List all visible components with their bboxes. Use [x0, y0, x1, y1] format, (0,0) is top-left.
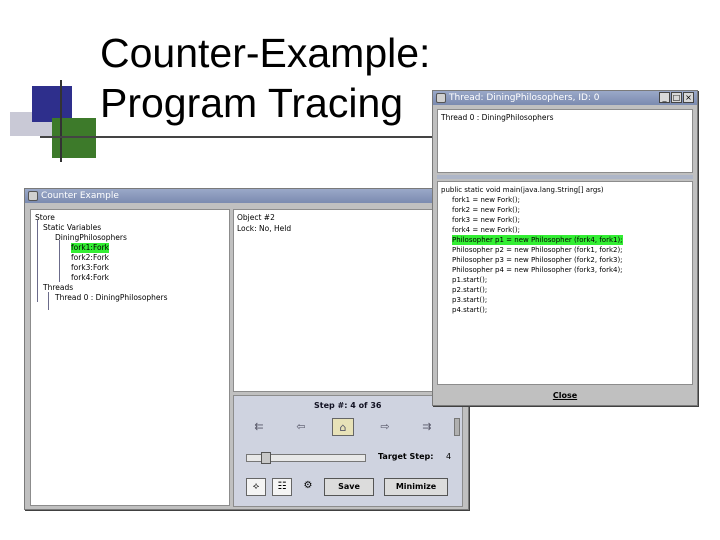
close-button[interactable]: Close: [529, 389, 601, 403]
first-icon[interactable]: ⇇: [248, 418, 270, 436]
tree-toggle-icon[interactable]: ⟡: [246, 478, 266, 496]
lock-status-text: Lock: No, Held: [237, 224, 292, 233]
code-line: p2.start();: [452, 286, 488, 294]
decor-square-green: [52, 118, 96, 158]
code-line: p3.start();: [452, 296, 488, 304]
code-line: fork2 = new Fork();: [452, 206, 520, 214]
code-line: Philosopher p2 = new Philosopher (fork1,…: [452, 246, 623, 254]
step-slider-knob[interactable]: [261, 452, 271, 464]
source-code-panel: public static void main(java.lang.String…: [437, 181, 693, 385]
decor-square-blue: [32, 86, 72, 122]
step-controls: Step #: 4 of 36 ⇇ ⇦ ⌂ ⇨ ⇉ Target Step: 4…: [233, 395, 463, 507]
slide-title: Counter-Example: Program Tracing: [100, 28, 430, 128]
forward-icon[interactable]: ⇨: [374, 418, 396, 436]
last-icon[interactable]: ⇉: [416, 418, 438, 436]
tree-node[interactable]: fork1:Fork: [71, 243, 110, 253]
decor-horizontal-line: [40, 136, 440, 138]
code-line: public static void main(java.lang.String…: [441, 186, 604, 194]
tree-connector: [59, 240, 60, 282]
control-scrollbar[interactable]: [454, 418, 460, 436]
maximize-window-icon[interactable]: □: [671, 92, 682, 103]
decor-vertical-line: [60, 80, 62, 162]
tree-node[interactable]: Threads: [43, 283, 73, 293]
code-line: fork3 = new Fork();: [452, 216, 520, 224]
tree-connector: [48, 292, 49, 310]
close-window-icon[interactable]: ×: [683, 92, 694, 103]
counter-example-window: Counter Example Store Static Variables Din…: [24, 188, 469, 510]
thread-list-panel: Thread 0 : DiningPhilosophers: [437, 109, 693, 173]
object-info-panel: Object #2 Lock: No, Held: [233, 209, 463, 392]
thread-label[interactable]: Thread 0 : DiningPhilosophers: [441, 113, 554, 122]
step-slider[interactable]: [246, 452, 366, 464]
store-tree: Store Static Variables DiningPhilosophers f…: [30, 209, 230, 506]
object-id-text: Object #2: [237, 213, 275, 222]
java-cup-icon: [28, 191, 38, 201]
split-pane-divider[interactable]: [437, 175, 693, 179]
step-counter: Step #: 4 of 36: [314, 401, 382, 410]
code-line: Philosopher p3 = new Philosopher (fork2,…: [452, 256, 623, 264]
minimize-window-icon[interactable]: _: [659, 92, 670, 103]
java-cup-icon: [436, 93, 446, 103]
thread-window: Thread: DiningPhilosophers, ID: 0 _ □ × …: [432, 90, 698, 406]
tree-node[interactable]: fork3:Fork: [71, 263, 109, 273]
slide-title-line-1: Counter-Example:: [100, 30, 431, 76]
code-line: p1.start();: [452, 276, 488, 284]
code-line: fork4 = new Fork();: [452, 226, 520, 234]
save-button[interactable]: Save: [324, 478, 374, 496]
list-icon[interactable]: ☷: [272, 478, 292, 496]
tree-connector: [37, 220, 38, 302]
tree-node[interactable]: fork4:Fork: [71, 273, 109, 283]
tree-node[interactable]: Store: [35, 213, 55, 223]
thread-window-title: Thread: DiningPhilosophers, ID: 0: [449, 93, 600, 103]
code-line: fork1 = new Fork();: [452, 196, 520, 204]
counter-example-title: Counter Example: [41, 191, 119, 201]
home-icon[interactable]: ⌂: [332, 418, 354, 436]
counter-example-titlebar[interactable]: Counter Example: [25, 189, 468, 203]
thread-window-titlebar[interactable]: Thread: DiningPhilosophers, ID: 0 _ □ ×: [433, 91, 697, 105]
tree-node[interactable]: Static Variables: [43, 223, 101, 233]
tree-node[interactable]: Thread 0 : DiningPhilosophers: [55, 293, 168, 303]
settings-icon[interactable]: ⚙: [298, 478, 318, 496]
minimize-button[interactable]: Minimize: [384, 478, 448, 496]
window-buttons: _ □ ×: [659, 92, 694, 103]
code-line: Philosopher p1 = new Philosopher (fork4,…: [452, 235, 623, 245]
code-line: p4.start();: [452, 306, 488, 314]
target-step-label: Target Step:: [378, 452, 434, 461]
code-line: Philosopher p4 = new Philosopher (fork3,…: [452, 266, 623, 274]
tree-node[interactable]: DiningPhilosophers: [55, 233, 127, 243]
back-icon[interactable]: ⇦: [290, 418, 312, 436]
tree-node[interactable]: fork2:Fork: [71, 253, 109, 263]
target-step-value[interactable]: 4: [446, 452, 451, 461]
slide-title-line-2: Program Tracing: [100, 80, 404, 126]
